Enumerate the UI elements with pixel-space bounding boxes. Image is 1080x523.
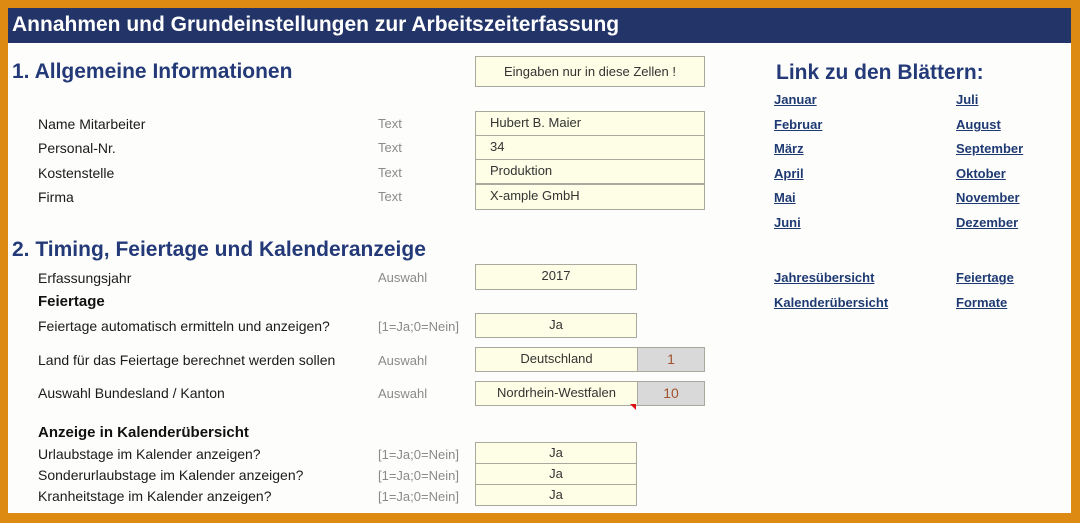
label-country: Land für das Feiertage berechnet werden … xyxy=(38,352,336,368)
type-special-leave: [1=Ja;0=Nein] xyxy=(378,468,459,483)
link-mai[interactable]: Mai xyxy=(774,190,796,205)
type-sick-days: [1=Ja;0=Nein] xyxy=(378,489,459,504)
type-name: Text xyxy=(378,116,402,131)
label-name: Name Mitarbeiter xyxy=(38,116,146,132)
country-code: 1 xyxy=(637,347,705,372)
calendar-heading: Anzeige in Kalenderübersicht xyxy=(38,424,249,441)
state-code: 10 xyxy=(637,381,705,406)
label-special-leave: Sonderurlaubstage im Kalender anzeigen? xyxy=(38,467,304,483)
link-november[interactable]: November xyxy=(956,190,1020,205)
country-select[interactable]: Deutschland xyxy=(475,347,638,372)
type-personal-nr: Text xyxy=(378,140,402,155)
link-september[interactable]: September xyxy=(956,141,1023,156)
link-januar[interactable]: Januar xyxy=(774,92,817,107)
link-maerz[interactable]: März xyxy=(774,141,804,156)
name-field[interactable]: Hubert B. Maier xyxy=(475,111,705,136)
input-note: Eingaben nur in diese Zellen ! xyxy=(475,56,705,87)
links-heading: Link zu den Blättern: xyxy=(776,61,984,84)
kostenstelle-field[interactable]: Produktion xyxy=(475,159,705,184)
type-year: Auswahl xyxy=(378,270,428,285)
link-juni[interactable]: Juni xyxy=(774,215,801,230)
type-state: Auswahl xyxy=(378,386,428,401)
worksheet: Annahmen und Grundeinstellungen zur Arbe… xyxy=(8,8,1071,513)
link-feiertage[interactable]: Feiertage xyxy=(956,270,1014,285)
page-title: Annahmen und Grundeinstellungen zur Arbe… xyxy=(8,8,1071,43)
state-select[interactable]: Nordrhein-Westfalen xyxy=(475,381,638,406)
label-year: Erfassungsjahr xyxy=(38,270,132,286)
section-2-heading: 2. Timing, Feiertage und Kalenderanzeige xyxy=(12,238,426,261)
personal-nr-field[interactable]: 34 xyxy=(475,135,705,160)
link-kalenderuebersicht[interactable]: Kalenderübersicht xyxy=(774,295,888,310)
auto-holidays-field[interactable]: Ja xyxy=(475,313,637,338)
type-country: Auswahl xyxy=(378,353,428,368)
label-kostenstelle: Kostenstelle xyxy=(38,165,115,181)
sick-days-field[interactable]: Ja xyxy=(475,484,637,506)
link-formate[interactable]: Formate xyxy=(956,295,1007,310)
year-select[interactable]: 2017 xyxy=(475,264,637,290)
label-personal-nr: Personal-Nr. xyxy=(38,140,116,156)
label-auto-holidays: Feiertage automatisch ermitteln und anze… xyxy=(38,318,330,334)
link-jahresuebersicht[interactable]: Jahresübersicht xyxy=(774,270,874,285)
type-vacation: [1=Ja;0=Nein] xyxy=(378,447,459,462)
section-1-heading: 1. Allgemeine Informationen xyxy=(12,60,293,83)
type-firma: Text xyxy=(378,189,402,204)
link-dezember[interactable]: Dezember xyxy=(956,215,1018,230)
label-sick-days: Kranheitstage im Kalender anzeigen? xyxy=(38,488,272,504)
link-august[interactable]: August xyxy=(956,117,1001,132)
vacation-field[interactable]: Ja xyxy=(475,442,637,464)
label-vacation: Urlaubstage im Kalender anzeigen? xyxy=(38,446,261,462)
link-februar[interactable]: Februar xyxy=(774,117,822,132)
type-kostenstelle: Text xyxy=(378,165,402,180)
link-oktober[interactable]: Oktober xyxy=(956,166,1006,181)
firma-field[interactable]: X-ample GmbH xyxy=(475,184,705,210)
holidays-heading: Feiertage xyxy=(38,293,105,310)
special-leave-field[interactable]: Ja xyxy=(475,463,637,485)
comment-indicator-icon xyxy=(630,404,636,410)
type-auto-holidays: [1=Ja;0=Nein] xyxy=(378,319,459,334)
label-state: Auswahl Bundesland / Kanton xyxy=(38,385,225,401)
link-april[interactable]: April xyxy=(774,166,804,181)
label-firma: Firma xyxy=(38,189,74,205)
link-juli[interactable]: Juli xyxy=(956,92,978,107)
